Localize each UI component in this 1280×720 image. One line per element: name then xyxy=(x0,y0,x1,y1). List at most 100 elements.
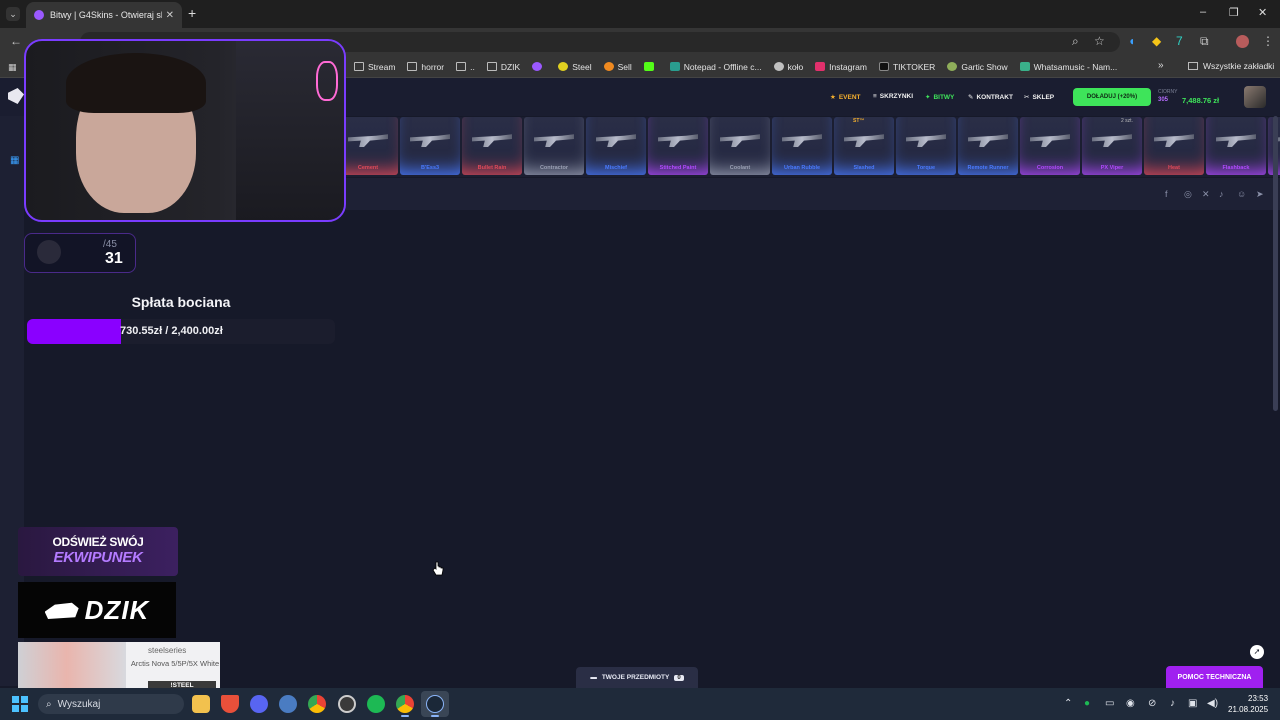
volume-icon[interactable]: ◀) xyxy=(1207,698,1218,709)
drop-name: Torque xyxy=(916,165,936,171)
chrome-icon[interactable] xyxy=(308,695,326,713)
bookmark-instagram[interactable]: Instagram xyxy=(815,62,867,72)
bookmark-kick[interactable] xyxy=(643,62,658,71)
menu-kebab-icon[interactable]: ⋮ xyxy=(1262,34,1274,48)
minimize-icon[interactable]: – xyxy=(1200,6,1206,18)
back-icon[interactable]: ← xyxy=(10,34,22,48)
promo-dzik: DZIK xyxy=(18,582,176,638)
drop-card[interactable]: Urban Rubble xyxy=(772,117,832,175)
g4skins-icon xyxy=(532,62,543,71)
drop-card[interactable]: Remote Runner xyxy=(958,117,1018,175)
app-icon[interactable] xyxy=(279,695,297,713)
nav-skrzynki[interactable]: ≡ SKRZYNKI xyxy=(873,93,913,100)
bookmark-star-icon[interactable]: ☆ xyxy=(1094,34,1105,48)
drop-card[interactable]: Heat xyxy=(1144,117,1204,175)
drop-name: Slashed xyxy=(853,165,875,171)
topup-button[interactable]: DOŁADUJ (+20%) xyxy=(1073,88,1151,106)
scrollbar[interactable] xyxy=(1273,116,1278,411)
steam-tray-icon[interactable]: ◉ xyxy=(1126,698,1135,709)
new-tab-icon[interactable]: + xyxy=(188,5,196,21)
balance-amount: 7,488.76 zł xyxy=(1182,96,1220,105)
drop-card[interactable]: Corrosion xyxy=(1020,117,1080,175)
all-bookmarks[interactable]: Wszystkie zakładki xyxy=(1188,61,1274,71)
bookmark-gartic[interactable]: Gartic Show xyxy=(947,62,1008,72)
bookmark-sell[interactable]: Sell xyxy=(603,62,632,72)
facebook-icon[interactable]: f xyxy=(1165,189,1168,199)
discord-icon[interactable]: ☺ xyxy=(1237,189,1246,199)
nav-event[interactable]: ★ EVENT xyxy=(830,93,861,102)
steam-icon[interactable] xyxy=(426,695,444,713)
sell-icon xyxy=(603,62,614,71)
extension-icon[interactable]: ◆ xyxy=(1152,34,1161,48)
file-explorer-icon[interactable] xyxy=(192,695,210,713)
bookmark-whatsamusic[interactable]: Whatsamusic - Nam... xyxy=(1019,62,1117,72)
drop-card[interactable]: B'Ess3 xyxy=(400,117,460,175)
drop-card[interactable]: Stitched Paint xyxy=(648,117,708,175)
network-icon[interactable]: ▣ xyxy=(1188,698,1197,709)
more-bookmarks-icon[interactable]: » xyxy=(1158,60,1164,71)
promo-steelseries: steelseries Arctis Nova 5/5P/5X White !S… xyxy=(18,642,220,694)
hand-cursor-icon xyxy=(432,561,444,576)
steel-icon xyxy=(558,62,569,71)
taskbar-search[interactable]: ⌕ Wyszukaj xyxy=(38,694,184,714)
help-button[interactable]: POMOC TECHNICZNA xyxy=(1166,666,1263,688)
bookmark-dzik[interactable]: DZIK xyxy=(486,62,520,72)
close-window-icon[interactable]: ✕ xyxy=(1258,6,1267,19)
pen-icon: ✎ xyxy=(968,94,974,101)
drop-card[interactable]: Torque xyxy=(896,117,956,175)
extensions-puzzle-icon[interactable]: ⧉ xyxy=(1200,34,1209,49)
bookmark-notepad[interactable]: Notepad - Offline c... xyxy=(669,62,762,72)
user-avatar[interactable] xyxy=(1244,86,1266,108)
your-items-button[interactable]: ▬ TWOJE PRZEDMIOTY 0 xyxy=(576,667,698,688)
bookmark-tiktoker[interactable]: TIKTOKER xyxy=(878,62,935,72)
drop-card[interactable]: Flashback xyxy=(1206,117,1266,175)
apps-grid-icon[interactable]: ▦ xyxy=(8,62,17,73)
microphone-icon[interactable]: ♪ xyxy=(1170,698,1175,709)
zoom-icon[interactable]: ⌕ xyxy=(1072,34,1079,49)
windows-start-icon[interactable] xyxy=(12,696,28,712)
instagram-icon[interactable]: ◎ xyxy=(1184,189,1192,200)
rocket-icon[interactable]: ➚ xyxy=(1250,645,1264,659)
drop-card[interactable]: Slashed xyxy=(834,117,894,175)
weapon-image xyxy=(1216,134,1256,147)
monitor-tray-icon[interactable]: ▭ xyxy=(1105,698,1114,709)
drop-card[interactable]: PX Viper xyxy=(1082,117,1142,175)
profile-avatar-icon[interactable] xyxy=(1236,35,1249,48)
bookmark-stream[interactable]: Stream xyxy=(354,62,395,72)
x-icon[interactable]: ✕ xyxy=(1202,189,1210,200)
drop-card[interactable]: Contractor xyxy=(524,117,584,175)
clock[interactable]: 23:53 21.08.2025 xyxy=(1228,693,1268,715)
drop-card[interactable]: Mischief xyxy=(586,117,646,175)
bookmark-folder[interactable]: .. xyxy=(456,62,475,72)
bookmark-kolo[interactable]: koło xyxy=(773,62,803,72)
discord-icon[interactable] xyxy=(250,695,268,713)
drop-card[interactable]: Coolant xyxy=(710,117,770,175)
browser-tab[interactable]: Bitwy | G4Skins - Otwieraj skrz... ✕ xyxy=(26,2,182,28)
close-tab-icon[interactable]: ✕ xyxy=(166,10,174,21)
obs-icon[interactable] xyxy=(338,695,356,713)
grid-icon[interactable]: ▦ xyxy=(10,155,19,166)
nav-sklep[interactable]: ✂ SKLEP xyxy=(1024,93,1054,102)
bookmark-steel[interactable]: Steel xyxy=(558,62,592,72)
extension-icon[interactable]: ◖ xyxy=(1128,34,1135,48)
spotify-icon[interactable] xyxy=(367,695,385,713)
sub-bar xyxy=(340,178,1280,210)
extension-icon[interactable]: 7 xyxy=(1176,34,1183,48)
drop-card[interactable]: Cement xyxy=(340,117,398,175)
tiktok-icon[interactable]: ♪ xyxy=(1219,189,1224,199)
network-off-icon[interactable]: ⊘ xyxy=(1148,698,1156,709)
restore-icon[interactable]: ❐ xyxy=(1229,6,1239,19)
brave-icon[interactable] xyxy=(221,695,239,713)
weapon-image xyxy=(968,134,1008,147)
nav-kontrakt[interactable]: ✎ KONTRAKT xyxy=(968,93,1013,102)
bookmark-g4skins[interactable] xyxy=(532,62,546,71)
telegram-icon[interactable]: ➤ xyxy=(1256,189,1264,200)
nav-bitwy[interactable]: ✦ BITWY xyxy=(925,93,954,102)
drop-card[interactable]: Bullet Rain xyxy=(462,117,522,175)
tray-chevron-icon[interactable]: ⌃ xyxy=(1064,698,1072,709)
chrome-icon[interactable] xyxy=(396,695,414,713)
bookmark-horror[interactable]: horror xyxy=(407,62,444,72)
spotify-tray-icon[interactable]: ● xyxy=(1084,698,1090,709)
tab-search-icon[interactable]: ⌄ xyxy=(6,7,20,21)
boxes-icon: ≡ xyxy=(873,93,877,100)
